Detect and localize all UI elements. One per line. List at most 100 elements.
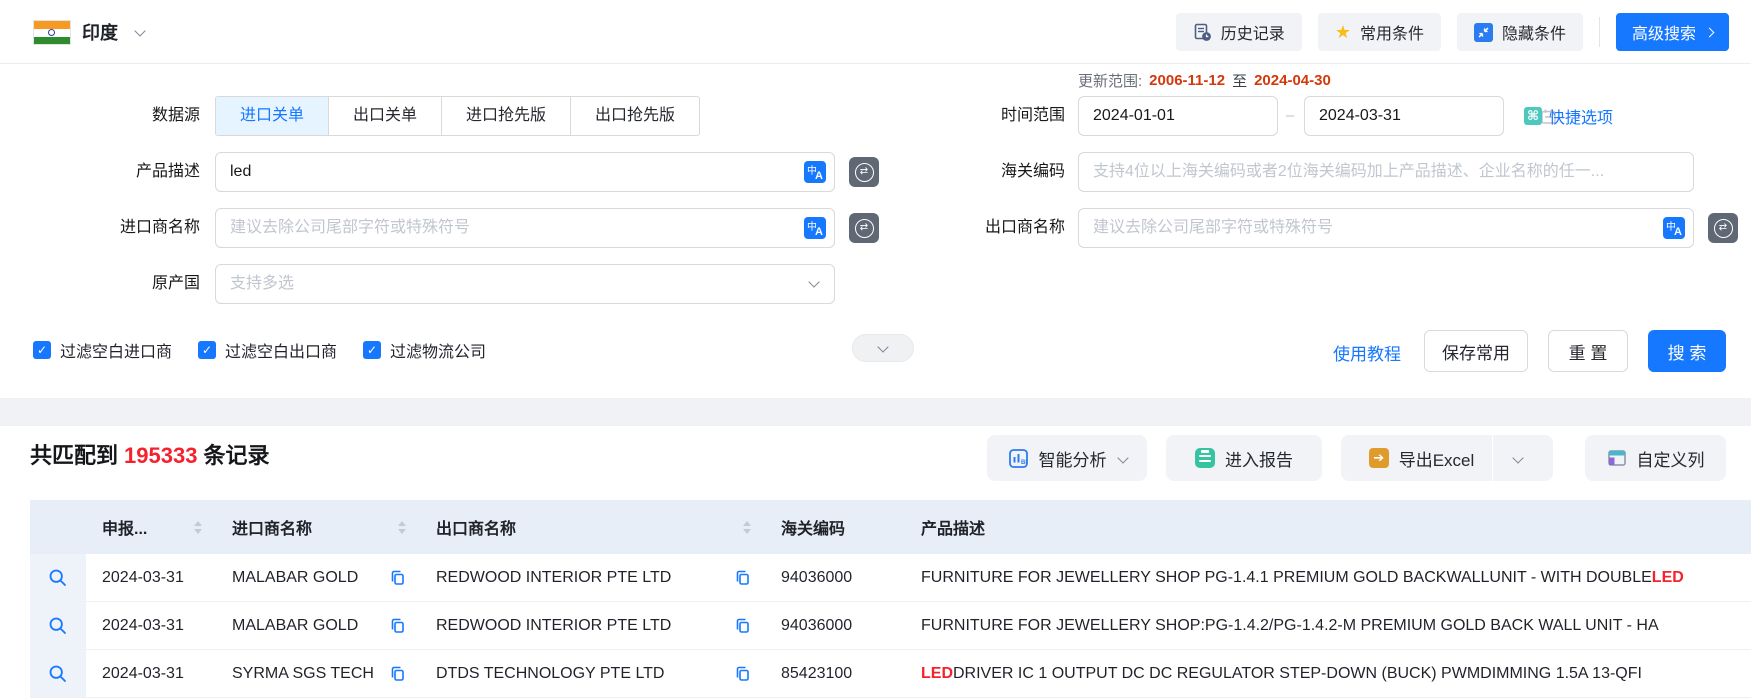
export-excel-button[interactable]: ➔ 导出Excel [1351,435,1493,481]
tab-export-preview[interactable]: 出口抢先版 [570,97,699,135]
exporter-input[interactable] [1079,209,1663,247]
importer-cell: MALABAR GOLD [232,616,359,634]
results-table: 申报... 进口商名称 出口商名称 海关编码 产品描述 2024-03-31 M… [30,500,1751,698]
collapse-arrows-icon [1473,22,1493,42]
hscode-header: 海关编码 [781,521,846,538]
exporter-header[interactable]: 出口商名称 [420,500,765,554]
table-header-row: 申报... 进口商名称 出口商名称 海关编码 产品描述 [30,500,1751,554]
table-body: 2024-03-31 MALABAR GOLD REDWOOD INTERIOR… [30,554,1751,698]
custom-columns-button[interactable]: 自定义列 [1585,435,1726,481]
smart-analysis-button[interactable]: BI 智能分析 [987,435,1147,481]
reset-button[interactable]: 重 置 [1548,330,1628,372]
declare-date-header[interactable]: 申报... [86,500,216,554]
update-range-to: 2024-04-30 [1254,72,1331,89]
importer-input[interactable] [216,209,804,247]
quick-options-link[interactable]: ⌘ 快捷选项 [1524,96,1613,136]
tutorial-link[interactable]: 使用教程 [1333,340,1401,365]
exporter-cell: REDWOOD INTERIOR PTE LTD [436,616,672,634]
translate-icon[interactable]: 中A [804,161,826,183]
synonym-toggle-button[interactable]: ⇄ [1708,213,1738,243]
collapse-form-button[interactable] [852,334,914,362]
copy-icon[interactable] [388,617,406,635]
update-range-label: 更新范围: [1078,73,1143,90]
product-desc-cell: LED DRIVER IC 1 OUTPUT DC DC REGULATOR S… [921,664,1642,682]
origin-country-select[interactable] [215,264,835,304]
result-count: 195333 [124,443,198,468]
export-icon: ➔ [1368,448,1389,468]
magnifier-icon [49,665,66,682]
enter-report-button[interactable]: 进入报告 [1166,435,1322,481]
product-desc-input[interactable] [216,153,804,191]
magnifier-icon [49,569,66,586]
row-detail-button[interactable] [30,602,86,649]
tab-import-preview[interactable]: 进口抢先版 [441,97,570,135]
columns-icon [1607,450,1626,466]
india-flag-icon [33,20,71,45]
time-range-label: 时间范围 [1000,107,1065,124]
filter-blank-exporter-checkbox[interactable]: ✓ 过滤空白出口商 [198,338,337,362]
chevron-down-icon[interactable] [134,25,146,37]
row-detail-button[interactable] [30,650,86,697]
product-desc-field: 中A [215,152,835,192]
origin-country-input[interactable] [216,265,810,303]
product-desc-label: 产品描述 [135,163,200,180]
hscode-input[interactable] [1079,153,1693,191]
translate-icon[interactable]: 中A [1663,217,1685,239]
export-options-button[interactable] [1493,435,1543,481]
filter-blank-importer-checkbox[interactable]: ✓ 过滤空白进口商 [33,338,172,362]
update-range-from: 2006-11-12 [1149,72,1226,89]
date-to-field [1304,96,1556,136]
star-icon: ★ [1334,22,1351,42]
synonym-toggle-button[interactable]: ⇄ [849,213,879,243]
sort-icons[interactable] [194,520,202,534]
synonym-toggle-button[interactable]: ⇄ [849,157,879,187]
filter-checkboxes: ✓ 过滤空白进口商 ✓ 过滤空白出口商 ✓ 过滤物流公司 [33,338,486,362]
country-selector-label[interactable]: 印度 [82,19,118,45]
hscode-cell: 94036000 [781,616,853,634]
hide-conditions-button[interactable]: 隐藏条件 [1456,13,1583,51]
importer-header[interactable]: 进口商名称 [216,500,420,554]
topbar-actions: 历史记录 ★ 常用条件 隐藏条件 高级搜索 [1175,13,1729,51]
sort-icons[interactable] [743,520,751,534]
tab-import-declaration[interactable]: 进口关单 [216,97,329,135]
favorites-button[interactable]: ★ 常用条件 [1317,13,1441,51]
exporter-cell: DTDS TECHNOLOGY PTE LTD [436,664,665,682]
copy-icon[interactable] [733,665,751,683]
command-icon: ⌘ [1524,107,1542,125]
translate-icon[interactable]: 中A [804,217,826,239]
chevron-down-icon [1512,452,1524,464]
importer-label: 进口商名称 [119,219,200,236]
copy-icon[interactable] [733,617,751,635]
row-detail-button[interactable] [30,554,86,601]
search-button[interactable]: 搜 索 [1648,330,1726,372]
copy-icon[interactable] [733,569,751,587]
exporter-label: 出口商名称 [984,219,1065,236]
save-favorite-button[interactable]: 保存常用 [1424,330,1528,372]
importer-field: 中A [215,208,835,248]
section-divider [0,398,1751,426]
result-summary: 共匹配到 195333 条记录 [30,443,270,468]
bi-chart-icon: BI [1008,448,1028,468]
history-button[interactable]: 历史记录 [1175,13,1302,51]
checkbox-checked-icon: ✓ [198,341,217,359]
copy-icon[interactable] [388,569,406,587]
tab-export-declaration[interactable]: 出口关单 [328,97,441,135]
sort-icons[interactable] [398,520,406,534]
importer-cell: SYRMA SGS TECH [232,664,374,682]
declare-date-cell: 2024-03-31 [102,568,184,586]
checkbox-checked-icon: ✓ [33,341,51,359]
copy-icon[interactable] [388,665,406,683]
date-range-dash: – [1286,107,1295,124]
date-to-input[interactable] [1305,97,1540,135]
exporter-field: 中A [1078,208,1694,248]
filter-logistics-checkbox[interactable]: ✓ 过滤物流公司 [363,338,486,362]
hscode-cell: 94036000 [781,568,853,586]
swap-arrows-icon: ⇄ [854,218,874,238]
hscode-label: 海关编码 [1000,163,1065,180]
advanced-search-button[interactable]: 高级搜索 [1615,13,1729,51]
date-from-input[interactable] [1079,97,1314,135]
divider [1598,17,1600,47]
product-desc-header: 产品描述 [921,521,986,538]
importer-cell: MALABAR GOLD [232,568,359,586]
date-from-field [1078,96,1330,136]
